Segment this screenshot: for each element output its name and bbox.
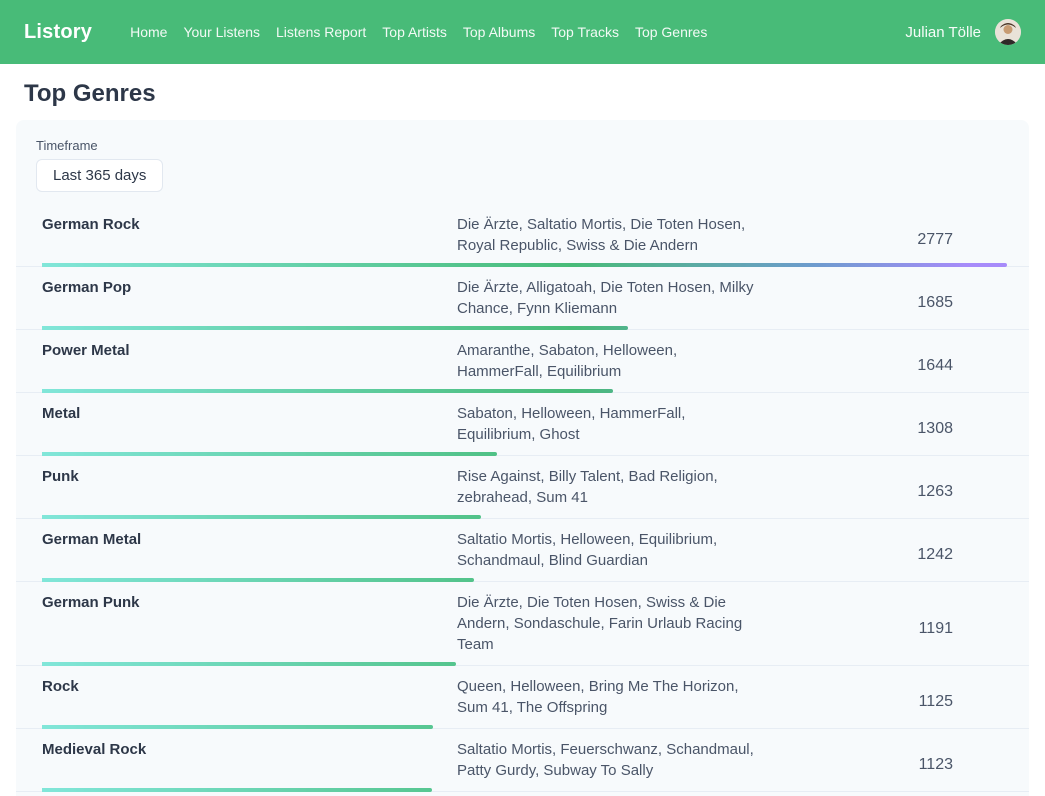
- top-genres-card: Timeframe Last 365 days German Rock Die …: [16, 120, 1029, 796]
- genre-name: German Pop: [42, 277, 457, 329]
- table-row: Melodic Metal Unleash The Archers, Hello…: [16, 792, 1029, 796]
- nav-links: Home Your Listens Listens Report Top Artist…: [130, 24, 707, 40]
- nav-item-home[interactable]: Home: [130, 24, 167, 40]
- timeframe-label: Timeframe: [36, 138, 1009, 153]
- genre-artists: Amaranthe, Sabaton, Helloween, HammerFal…: [457, 340, 757, 392]
- genre-name: Medieval Rock: [42, 739, 457, 791]
- genre-listen-count: 1263: [757, 483, 1007, 501]
- user-menu-name[interactable]: Julian Tölle: [905, 24, 981, 41]
- genre-name: German Punk: [42, 592, 457, 665]
- page-title: Top Genres: [24, 80, 1029, 108]
- table-row: German Punk Die Ärzte, Die Toten Hosen, …: [16, 582, 1029, 666]
- user-avatar-image: [995, 19, 1021, 45]
- genre-name: Power Metal: [42, 340, 457, 392]
- genre-name: Punk: [42, 466, 457, 518]
- nav-item-top-artists[interactable]: Top Artists: [382, 24, 447, 40]
- genre-listen-count: 1242: [757, 546, 1007, 564]
- genre-name: Rock: [42, 676, 457, 728]
- genre-name: German Rock: [42, 214, 457, 266]
- genre-artists: Saltatio Mortis, Feuerschwanz, Schandmau…: [457, 739, 757, 791]
- user-avatar[interactable]: [995, 19, 1021, 45]
- genre-artists: Rise Against, Billy Talent, Bad Religion…: [457, 466, 757, 518]
- nav-item-top-tracks[interactable]: Top Tracks: [551, 24, 619, 40]
- table-row: German Metal Saltatio Mortis, Helloween,…: [16, 519, 1029, 582]
- top-navbar: Listory Home Your Listens Listens Report To…: [0, 0, 1045, 64]
- genre-artists: Queen, Helloween, Bring Me The Horizon, …: [457, 676, 757, 728]
- table-row: German Rock Die Ärzte, Saltatio Mortis, …: [16, 204, 1029, 267]
- genre-artists: Saltatio Mortis, Helloween, Equilibrium,…: [457, 529, 757, 581]
- genre-listen-count: 1191: [757, 620, 1007, 638]
- table-row: German Pop Die Ärzte, Alligatoah, Die To…: [16, 267, 1029, 330]
- genre-artists: Die Ärzte, Saltatio Mortis, Die Toten Ho…: [457, 214, 757, 266]
- genre-listen-count: 1308: [757, 420, 1007, 438]
- brand-logo[interactable]: Listory: [24, 21, 92, 44]
- genre-listen-count: 1685: [757, 294, 1007, 312]
- table-row: Rock Queen, Helloween, Bring Me The Hori…: [16, 666, 1029, 729]
- table-row: Punk Rise Against, Billy Talent, Bad Rel…: [16, 456, 1029, 519]
- genre-name: German Metal: [42, 529, 457, 581]
- genre-artists: Die Ärzte, Alligatoah, Die Toten Hosen, …: [457, 277, 757, 329]
- genre-artists: Die Ärzte, Die Toten Hosen, Swiss & Die …: [457, 592, 757, 665]
- nav-item-top-albums[interactable]: Top Albums: [463, 24, 535, 40]
- nav-item-top-genres[interactable]: Top Genres: [635, 24, 707, 40]
- genre-listen-count: 2777: [757, 231, 1007, 249]
- genre-name: Metal: [42, 403, 457, 455]
- genre-table: German Rock Die Ärzte, Saltatio Mortis, …: [16, 204, 1029, 796]
- genre-listen-count: 1644: [757, 357, 1007, 375]
- main-content: Top Genres Timeframe Last 365 days Germa…: [0, 64, 1045, 796]
- table-row: Power Metal Amaranthe, Sabaton, Hellowee…: [16, 330, 1029, 393]
- table-row: Metal Sabaton, Helloween, HammerFall, Eq…: [16, 393, 1029, 456]
- timeframe-select-button[interactable]: Last 365 days: [36, 159, 163, 192]
- nav-item-your-listens[interactable]: Your Listens: [183, 24, 260, 40]
- genre-artists: Sabaton, Helloween, HammerFall, Equilibr…: [457, 403, 757, 455]
- timeframe-block: Timeframe Last 365 days: [16, 138, 1029, 192]
- genre-listen-count: 1125: [757, 693, 1007, 711]
- genre-listen-count: 1123: [757, 756, 1007, 774]
- nav-item-listens-report[interactable]: Listens Report: [276, 24, 366, 40]
- table-row: Medieval Rock Saltatio Mortis, Feuerschw…: [16, 729, 1029, 792]
